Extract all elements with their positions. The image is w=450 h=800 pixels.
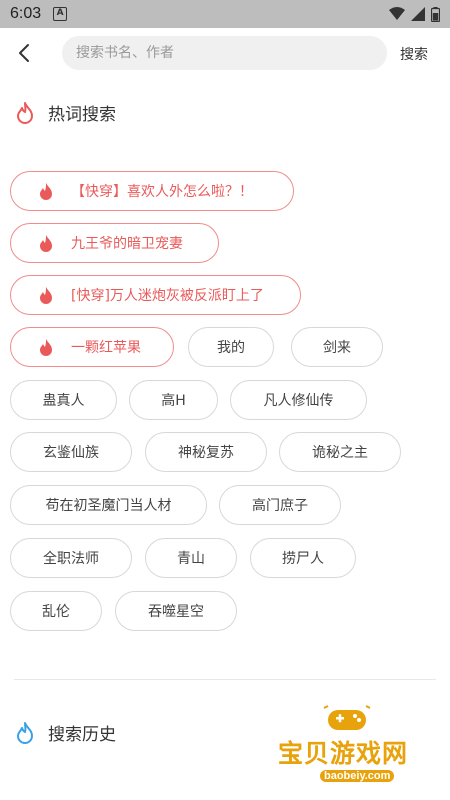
gamepad-logo-icon xyxy=(323,705,371,730)
signal-icon xyxy=(411,7,425,21)
search-tag[interactable]: 高门庶子 xyxy=(219,485,341,525)
watermark: 宝贝游戏网 baobeiy.com xyxy=(260,700,440,800)
watermark-text: 宝贝游戏网 xyxy=(278,739,409,768)
search-bar: 搜索 xyxy=(0,28,450,78)
fire-icon xyxy=(40,287,52,304)
search-tag[interactable]: 神秘复苏 xyxy=(145,432,267,472)
battery-icon xyxy=(431,6,440,22)
back-button[interactable] xyxy=(14,41,34,65)
hot-tag-label: 【快穿】喜欢人外怎么啦？！ xyxy=(71,184,253,200)
hot-tag[interactable]: 【快穿】喜欢人外怎么啦？！ xyxy=(10,171,294,211)
status-notification-icon: A xyxy=(53,7,68,21)
search-tag[interactable]: 高H xyxy=(129,380,218,420)
search-tag[interactable]: 青山 xyxy=(145,538,237,578)
search-tag[interactable]: 吞噬星空 xyxy=(115,591,237,631)
fire-icon xyxy=(17,721,33,744)
wifi-icon xyxy=(389,7,405,20)
search-tag[interactable]: 剑来 xyxy=(291,327,383,367)
status-icons xyxy=(389,6,440,22)
search-tag[interactable]: 乱伦 xyxy=(10,591,102,631)
search-tag[interactable]: 我的 xyxy=(188,327,274,367)
fire-icon xyxy=(40,183,52,200)
search-input[interactable] xyxy=(76,45,387,61)
search-tag[interactable]: 玄鉴仙族 xyxy=(10,432,132,472)
fire-icon xyxy=(40,339,52,356)
search-tag[interactable]: 全职法师 xyxy=(10,538,132,578)
status-time: 6:03 xyxy=(10,5,42,22)
hot-section-title: 热词搜索 xyxy=(48,105,116,125)
search-field-container xyxy=(62,36,387,70)
search-tag[interactable]: 蛊真人 xyxy=(10,380,117,420)
hot-tag-label: 九王爷的暗卫宠妻 xyxy=(71,236,183,252)
history-section-title: 搜索历史 xyxy=(48,725,116,745)
chevron-left-icon xyxy=(19,44,29,62)
hot-tag-label: [快穿]万人迷炮灰被反派盯上了 xyxy=(71,288,264,304)
watermark-url: baobeiy.com xyxy=(320,770,395,782)
history-section-header: 搜索历史 xyxy=(14,720,116,745)
fire-icon xyxy=(17,101,33,124)
fire-icon xyxy=(40,235,52,252)
search-tag[interactable]: 捞尸人 xyxy=(250,538,356,578)
hot-section-header: 热词搜索 xyxy=(14,100,116,125)
search-tag[interactable]: 凡人修仙传 xyxy=(230,380,367,420)
hot-tag[interactable]: [快穿]万人迷炮灰被反派盯上了 xyxy=(10,275,301,315)
section-divider xyxy=(14,679,436,680)
hot-tag[interactable]: 九王爷的暗卫宠妻 xyxy=(10,223,219,263)
search-tag[interactable]: 苟在初圣魔门当人材 xyxy=(10,485,207,525)
hot-tag[interactable]: 一颗红苹果 xyxy=(10,327,174,367)
hot-tag-label: 一颗红苹果 xyxy=(71,340,141,356)
status-bar: 6:03 A xyxy=(0,0,450,28)
search-tag[interactable]: 诡秘之主 xyxy=(279,432,401,472)
search-button[interactable]: 搜索 xyxy=(400,44,428,64)
